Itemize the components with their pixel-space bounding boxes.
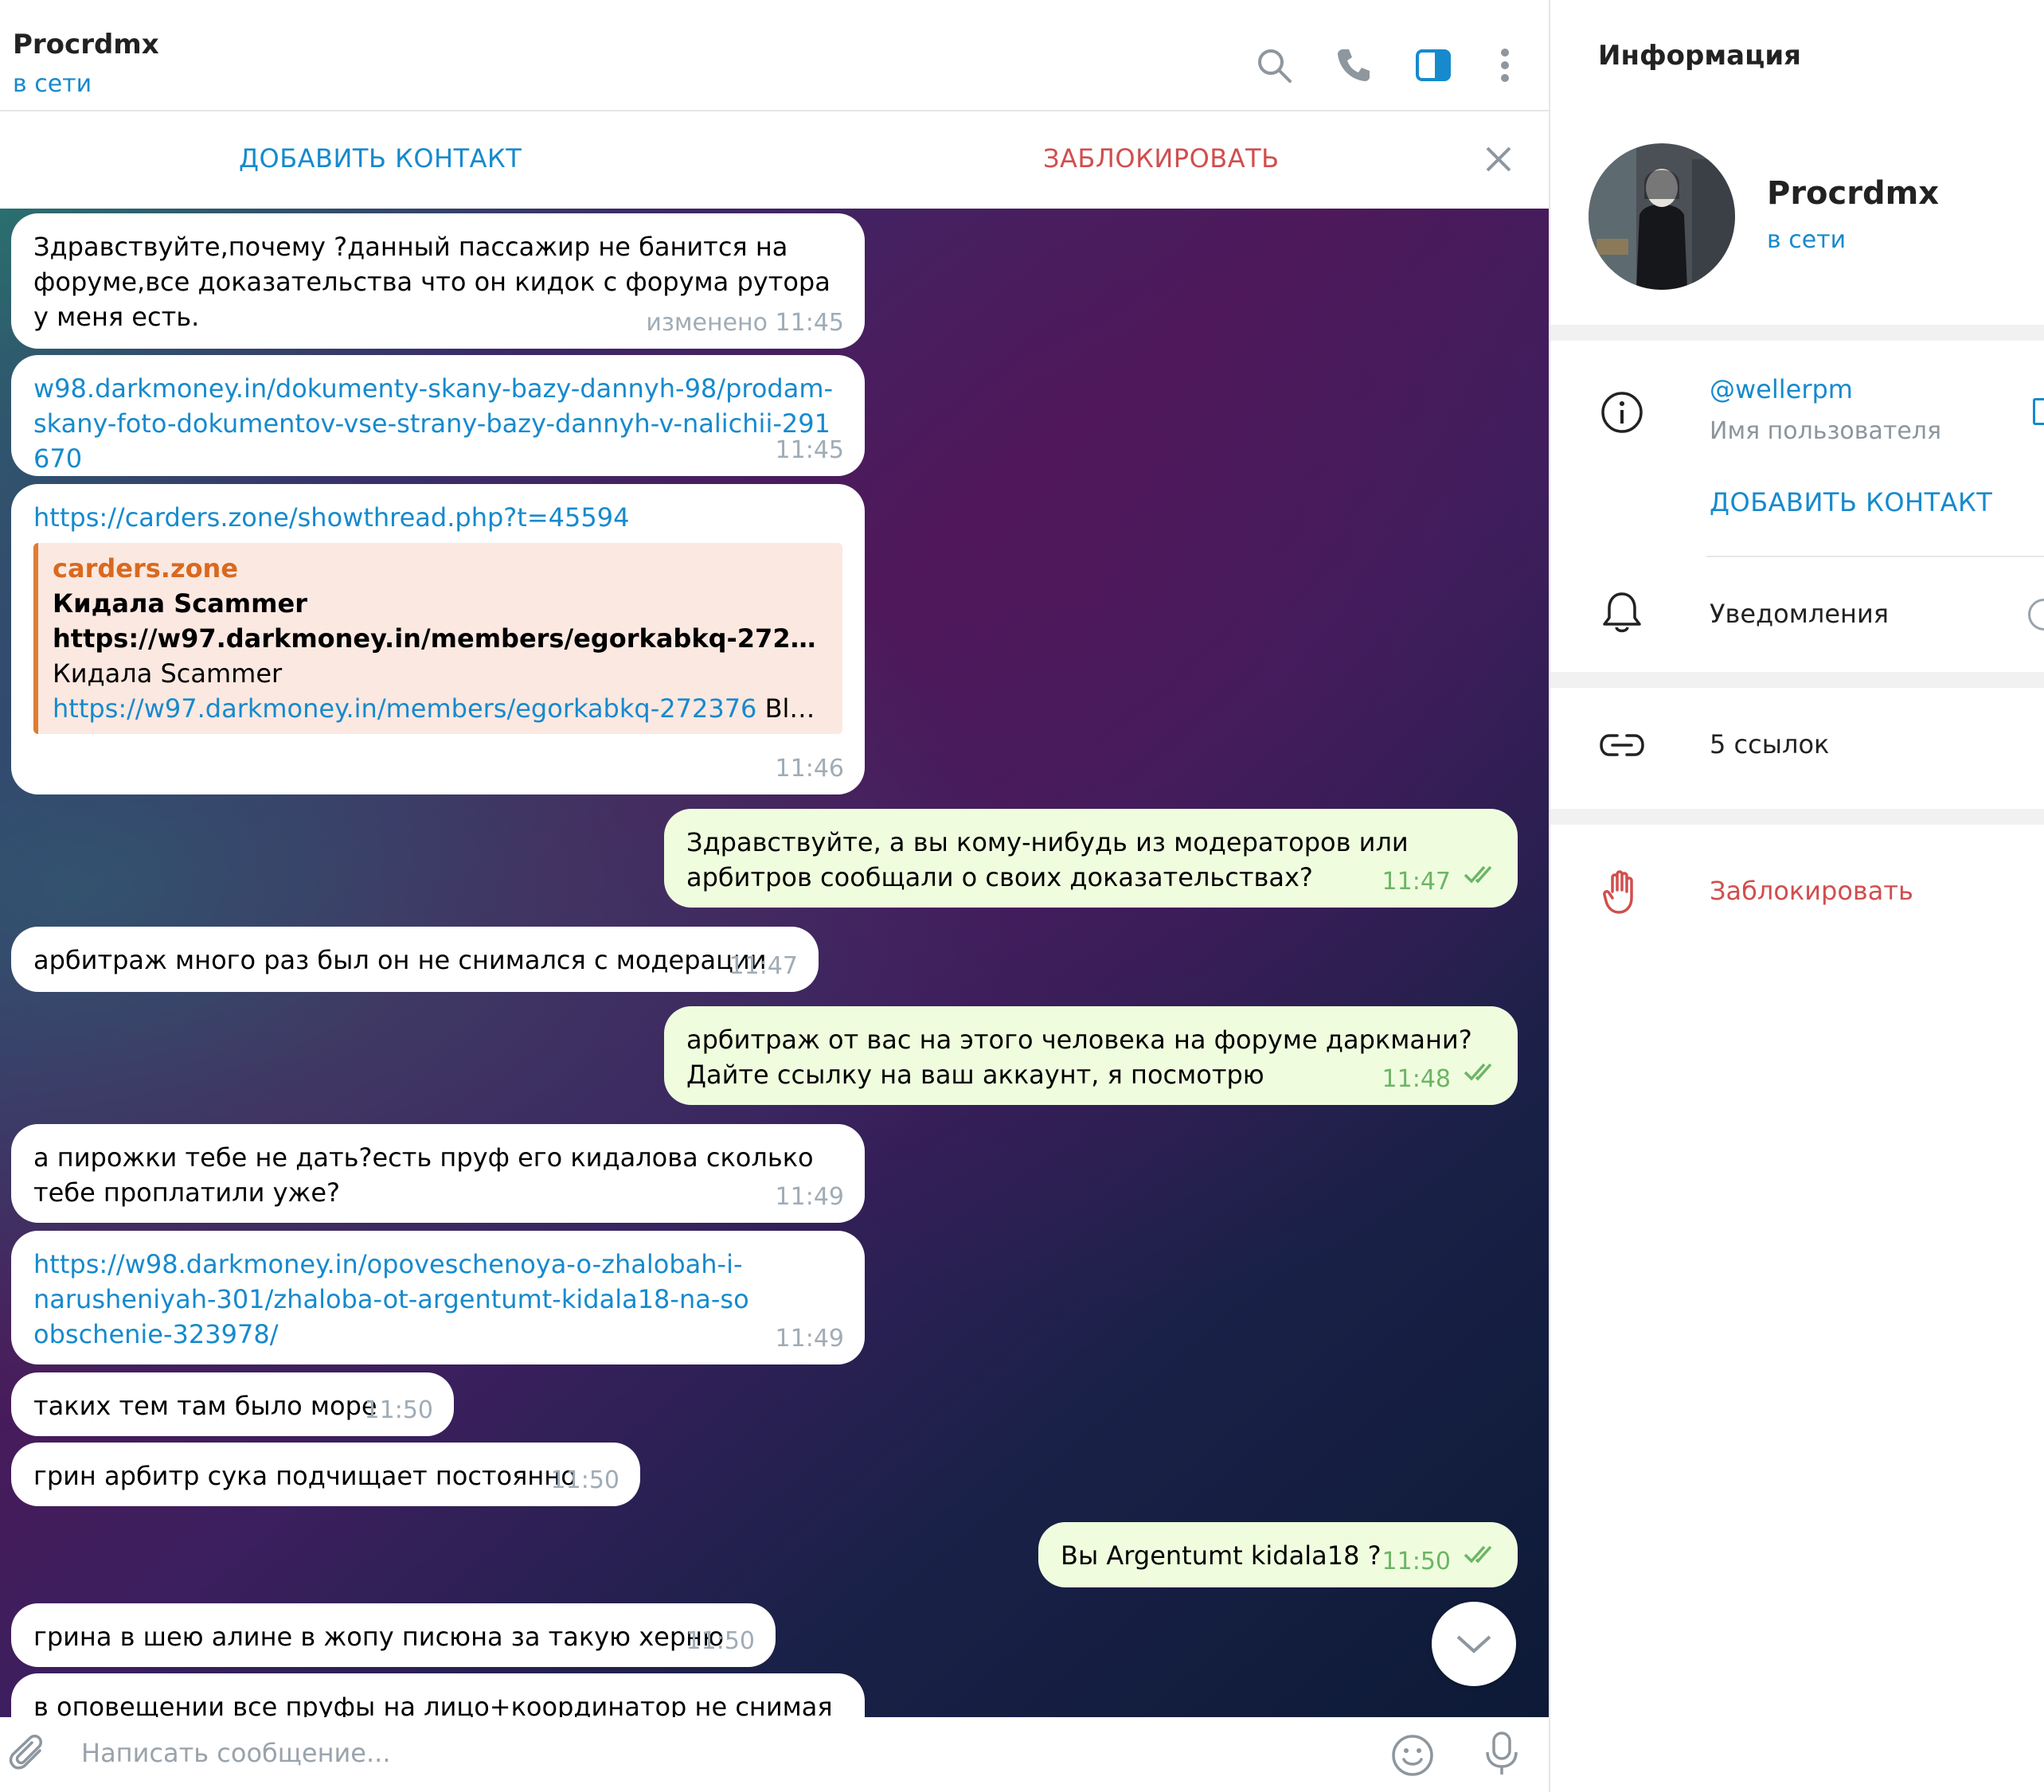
preview-desc: Кидала Scammer <box>53 658 283 689</box>
chat-status: в сети <box>13 70 92 98</box>
search-icon[interactable] <box>1250 41 1298 89</box>
add-contact-button[interactable]: ДОБАВИТЬ КОНТАКТ <box>239 143 522 174</box>
message-composer: Написать сообщение... <box>0 1717 1549 1792</box>
message-time: 11:45 <box>775 436 844 464</box>
mic-icon[interactable] <box>1481 1730 1522 1781</box>
message-time: 11:47 <box>1382 868 1451 896</box>
section-divider <box>1550 809 2044 825</box>
message-time: 11:50 <box>1382 1548 1451 1575</box>
qr-code-icon[interactable] <box>2033 398 2044 425</box>
message-time: 11:50 <box>364 1396 433 1424</box>
emoji-icon[interactable] <box>1390 1733 1435 1781</box>
chevron-down-icon <box>1456 1635 1491 1653</box>
section-divider <box>1550 672 2044 688</box>
chat-pane: Procrdmx в сети ДОБАВИТЬ КОНТАКТ ЗАБЛОКИ… <box>0 0 1549 1792</box>
message-time: 11:50 <box>686 1627 755 1655</box>
message-text: грин арбитр сука подчищает постоянно <box>33 1461 576 1491</box>
outgoing-message[interactable]: Здравствуйте, а вы кому-нибудь из модера… <box>664 809 1518 908</box>
bell-icon <box>1597 588 1647 638</box>
message-text: а пирожки тебе не дать?есть пруф его кид… <box>33 1142 814 1208</box>
block-user-button[interactable]: Заблокировать <box>1710 876 1913 906</box>
incoming-message[interactable]: арбитраж много раз был он не снимался с … <box>11 927 819 992</box>
message-time: 11:49 <box>775 1325 844 1353</box>
message-time: 11:48 <box>1382 1065 1451 1093</box>
message-time: 11:47 <box>729 952 798 980</box>
message-text: арбитраж много раз был он не снимался с … <box>33 945 767 975</box>
notifications-toggle[interactable] <box>2028 599 2044 631</box>
section-divider <box>1550 325 2044 341</box>
username-value[interactable]: @wellerpm <box>1710 374 1853 404</box>
block-button[interactable]: ЗАБЛОКИРОВАТЬ <box>1043 143 1280 174</box>
incoming-message[interactable]: грин арбитр сука подчищает постоянно 11:… <box>11 1443 640 1506</box>
close-icon[interactable] <box>1483 143 1514 178</box>
incoming-message[interactable]: https://carders.zone/showthread.php?t=45… <box>11 484 865 794</box>
profile-name: Procrdmx <box>1767 175 1940 212</box>
info-icon <box>1597 387 1647 438</box>
shared-links-item[interactable]: 5 ссылок <box>1710 729 1829 759</box>
message-list[interactable]: Здравствуйте,почему ?данный пассажир не … <box>0 209 1549 1717</box>
sidebar-toggle-icon[interactable] <box>1409 41 1457 89</box>
incoming-message[interactable]: таких тем там было море 11:50 <box>11 1372 454 1436</box>
chat-header: Procrdmx в сети <box>0 6 1549 111</box>
attach-icon[interactable] <box>8 1733 49 1778</box>
message-text: арбитраж от вас на этого человека на фор… <box>686 1025 1472 1090</box>
notifications-label: Уведомления <box>1710 599 1889 629</box>
preview-site: carders.zone <box>53 553 239 584</box>
read-check-icon <box>1464 1538 1499 1573</box>
profile-status: в сети <box>1767 226 1847 254</box>
message-time: изменено 11:45 <box>646 309 844 337</box>
incoming-message[interactable]: Здравствуйте,почему ?данный пассажир не … <box>11 213 865 349</box>
info-panel-title: Информация <box>1598 40 1801 72</box>
username-label: Имя пользователя <box>1710 417 1942 445</box>
incoming-message[interactable]: https://w98.darkmoney.in/opoveschenoya-o… <box>11 1231 865 1364</box>
row-divider <box>1706 556 2044 557</box>
link-preview[interactable]: carders.zone Кидала Scammer https://w97.… <box>33 543 842 734</box>
message-text: в оповещении все пруфы на лицо+координат… <box>33 1692 833 1717</box>
preview-desc-tail: Black L... <box>764 693 828 724</box>
message-text: Здравствуйте, а вы кому-нибудь из модера… <box>686 827 1409 892</box>
preview-desc-link[interactable]: https://w97.darkmoney.in/members/egorkab… <box>53 693 756 724</box>
message-time: 11:50 <box>550 1466 619 1494</box>
phone-icon[interactable] <box>1330 41 1378 89</box>
contact-action-bar: ДОБАВИТЬ КОНТАКТ ЗАБЛОКИРОВАТЬ <box>0 111 1549 209</box>
avatar[interactable] <box>1589 143 1735 290</box>
message-time: 11:49 <box>775 1183 844 1211</box>
more-icon[interactable] <box>1481 41 1529 89</box>
outgoing-message[interactable]: Вы Argentumt kidala18 ? 11:50 <box>1038 1522 1518 1587</box>
preview-line: https://w97.darkmoney.in/members/egorkab… <box>53 623 828 654</box>
message-time: 11:46 <box>775 755 844 783</box>
outgoing-message[interactable]: арбитраж от вас на этого человека на фор… <box>664 1006 1518 1105</box>
incoming-message[interactable]: а пирожки тебе не дать?есть пруф его кид… <box>11 1124 865 1223</box>
hand-icon <box>1597 866 1647 917</box>
incoming-message[interactable]: грина в шею алине в жопу писюна за такую… <box>11 1603 776 1667</box>
read-check-icon <box>1464 1056 1499 1091</box>
message-link[interactable]: https://w98.darkmoney.in/opoveschenoya-o… <box>33 1247 842 1352</box>
incoming-message[interactable]: w98.darkmoney.in/dokumenty-skany-bazy-da… <box>11 355 865 476</box>
chat-title[interactable]: Procrdmx <box>13 29 159 61</box>
preview-desc-line: https://w97.darkmoney.in/members/egorkab… <box>53 691 828 726</box>
message-link[interactable]: w98.darkmoney.in/dokumenty-skany-bazy-da… <box>33 371 842 476</box>
incoming-message[interactable]: в оповещении все пруфы на лицо+координат… <box>11 1673 865 1717</box>
preview-title: Кидала Scammer <box>53 588 307 619</box>
scroll-down-button[interactable] <box>1432 1602 1516 1686</box>
side-add-contact-button[interactable]: ДОБАВИТЬ КОНТАКТ <box>1710 487 1992 517</box>
message-link[interactable]: https://carders.zone/showthread.php?t=45… <box>33 500 842 535</box>
message-text: грина в шею алине в жопу писюна за такую… <box>33 1622 725 1652</box>
info-panel: Информация Procrdmx в сети @wellerpm Имя… <box>1549 0 2044 1792</box>
read-check-icon <box>1464 858 1499 893</box>
message-input[interactable]: Написать сообщение... <box>81 1738 391 1768</box>
link-icon <box>1597 720 1647 771</box>
